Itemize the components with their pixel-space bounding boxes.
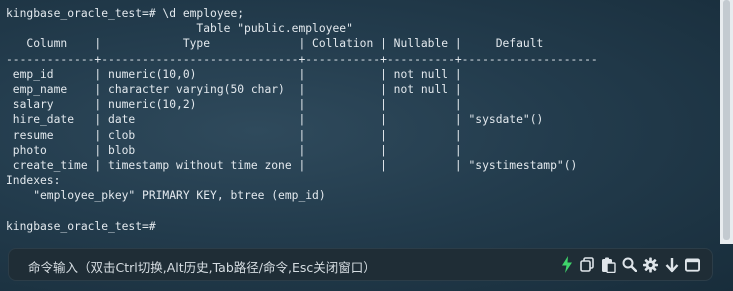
terminal-line: hire_date | date | | | "sysdate"() xyxy=(6,113,544,127)
terminal-line: Table "public.employee" xyxy=(6,22,353,36)
paste-icon[interactable] xyxy=(601,256,616,273)
terminal-line: emp_id | numeric(10,0) | | not null | xyxy=(6,67,462,81)
terminal-output[interactable]: kingbase_oracle_test=# \d employee; Tabl… xyxy=(6,6,598,234)
terminal-line: resume | clob | | | xyxy=(6,128,462,142)
command-bar-toolbar xyxy=(559,256,700,273)
terminal-line: photo | blob | | | xyxy=(6,143,462,157)
copy-icon[interactable] xyxy=(580,256,595,273)
download-icon[interactable] xyxy=(664,256,679,273)
terminal-line: kingbase_oracle_test=# \d employee; xyxy=(6,7,245,20)
terminal-line: emp_name | character varying(50 char) | … xyxy=(6,82,462,96)
terminal-prompt: kingbase_oracle_test=# xyxy=(6,219,156,233)
terminal-line: create_time | timestamp without time zon… xyxy=(6,158,578,172)
scrollbar-thumb[interactable] xyxy=(723,0,730,240)
lightning-icon[interactable] xyxy=(559,256,574,273)
terminal-line: -------------+--------------------------… xyxy=(6,52,598,66)
terminal-line: salary | numeric(10,2) | | | xyxy=(6,98,462,112)
terminal-line: Column | Type | Collation | Nullable | D… xyxy=(6,37,544,51)
terminal-line: Indexes: xyxy=(6,174,61,188)
command-input-placeholder[interactable]: 命令输入（双击Ctrl切换,Alt历史,Tab路径/命令,Esc关闭窗口） xyxy=(28,257,376,276)
search-icon[interactable] xyxy=(622,256,637,273)
window-icon[interactable] xyxy=(685,256,700,273)
terminal-line: "employee_pkey" PRIMARY KEY, btree (emp_… xyxy=(6,189,326,203)
vertical-scrollbar[interactable] xyxy=(720,0,733,244)
settings-icon[interactable] xyxy=(643,256,658,273)
command-input-bar[interactable]: 命令输入（双击Ctrl切换,Alt历史,Tab路径/命令,Esc关闭窗口） xyxy=(8,248,713,281)
